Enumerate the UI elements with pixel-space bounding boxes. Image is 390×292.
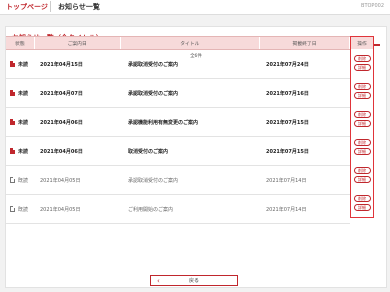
delete-button[interactable]: 削除 <box>353 195 371 202</box>
title-cell: 承認取消受付のご案内 <box>128 90 179 97</box>
status-cell: 既読 <box>6 166 34 194</box>
header-title: タイトル <box>121 37 261 49</box>
status-text: 未読 <box>18 148 29 155</box>
document-gray-icon <box>10 177 15 183</box>
status-cell: 未読 <box>6 108 34 136</box>
title-cell: 承認取消受付のご案内 <box>128 177 179 184</box>
header-status: 状態 <box>6 37 35 49</box>
end-date-cell: 2021年07月14日 <box>266 177 307 184</box>
table-row[interactable]: 未読 2021年04月07日 承認取消受付のご案内 2021年07月16日 <box>6 79 350 108</box>
page-title: お知らせ一覧 <box>58 3 100 11</box>
date-cell: 2021年04月07日 <box>40 90 83 97</box>
date-cell: 2021年04月05日 <box>40 206 81 213</box>
chevron-left-icon: ‹ <box>157 277 160 285</box>
operations-cell: 削除 詳細 <box>351 105 373 133</box>
status-text: 未読 <box>18 61 29 68</box>
detail-button[interactable]: 詳細 <box>353 204 371 211</box>
operations-cell: 削除 詳細 <box>351 77 373 105</box>
operations-cell: 削除 詳細 <box>351 133 373 161</box>
document-red-icon <box>10 90 15 96</box>
header-date: ご案内日 <box>35 37 121 49</box>
document-gray-icon <box>10 206 15 212</box>
operations-cell: 削除 詳細 <box>351 49 373 77</box>
detail-button[interactable]: 詳細 <box>353 148 371 155</box>
document-red-icon <box>10 61 15 67</box>
header-divider <box>50 1 51 12</box>
header-operations: 操作 <box>351 37 373 49</box>
status-cell: 未読 <box>6 79 34 107</box>
date-cell: 2021年04月05日 <box>40 177 81 184</box>
delete-button[interactable]: 削除 <box>353 83 371 90</box>
status-cell: 未読 <box>6 137 34 165</box>
table-row[interactable]: 未読 2021年04月06日 取消受付のご案内 2021年07月15日 <box>6 137 350 166</box>
title-cell: 承認機能利用有無変更のご案内 <box>128 119 199 126</box>
status-text: 未読 <box>18 119 29 126</box>
document-red-icon <box>10 119 15 125</box>
document-red-icon <box>10 148 15 154</box>
table-header: 状態 ご案内日 タイトル 掲載終了日 <box>6 36 350 50</box>
delete-button[interactable]: 削除 <box>353 55 371 62</box>
app-header: トップページ お知らせ一覧 BTOP002 <box>0 0 390 15</box>
end-date-cell: 2021年07月16日 <box>266 90 309 97</box>
status-text: 既読 <box>18 177 29 184</box>
back-button[interactable]: ‹ 戻る <box>150 275 238 286</box>
status-text: 既読 <box>18 206 29 213</box>
detail-button[interactable]: 詳細 <box>353 176 371 183</box>
table-row[interactable]: 未読 2021年04月15日 承認取消受付のご案内 2021年07月24日 <box>6 50 350 79</box>
title-cell: 取消受付のご案内 <box>128 148 169 155</box>
delete-button[interactable]: 削除 <box>353 111 371 118</box>
back-label: 戻る <box>188 278 199 284</box>
end-date-cell: 2021年07月14日 <box>266 206 307 213</box>
status-cell: 未読 <box>6 50 34 78</box>
status-text: 未読 <box>18 90 29 97</box>
detail-button[interactable]: 詳細 <box>353 64 371 71</box>
title-cell: ご利用開始のご案内 <box>128 206 174 213</box>
date-cell: 2021年04月06日 <box>40 148 83 155</box>
header-end-date: 掲載終了日 <box>260 37 350 49</box>
end-date-cell: 2021年07月15日 <box>266 148 309 155</box>
status-cell: 既読 <box>6 195 34 223</box>
end-date-cell: 2021年07月24日 <box>266 61 309 68</box>
operations-cell: 削除 詳細 <box>351 189 373 217</box>
home-link[interactable]: トップページ <box>6 2 48 12</box>
delete-button[interactable]: 削除 <box>353 139 371 146</box>
title-cell: 承認取消受付のご案内 <box>128 61 179 68</box>
operations-column: 操作 削除 詳細 削除 詳細 削除 詳細 削除 詳細 削除 詳細 削除 詳細 <box>350 36 374 218</box>
table-row[interactable]: 未読 2021年04月06日 承認機能利用有無変更のご案内 2021年07月15… <box>6 108 350 137</box>
notice-table: 状態 ご案内日 タイトル 掲載終了日 未読 2021年04月15日 承認取消受付… <box>6 36 350 224</box>
screen-code: BTOP002 <box>361 3 384 9</box>
operations-cell: 削除 詳細 <box>351 161 373 189</box>
detail-button[interactable]: 詳細 <box>353 92 371 99</box>
detail-button[interactable]: 詳細 <box>353 120 371 127</box>
end-date-cell: 2021年07月15日 <box>266 119 309 126</box>
date-cell: 2021年04月15日 <box>40 61 83 68</box>
delete-button[interactable]: 削除 <box>353 167 371 174</box>
date-cell: 2021年04月06日 <box>40 119 83 126</box>
table-row[interactable]: 既読 2021年04月05日 ご利用開始のご案内 2021年07月14日 <box>6 195 350 224</box>
table-row[interactable]: 既読 2021年04月05日 承認取消受付のご案内 2021年07月14日 <box>6 166 350 195</box>
